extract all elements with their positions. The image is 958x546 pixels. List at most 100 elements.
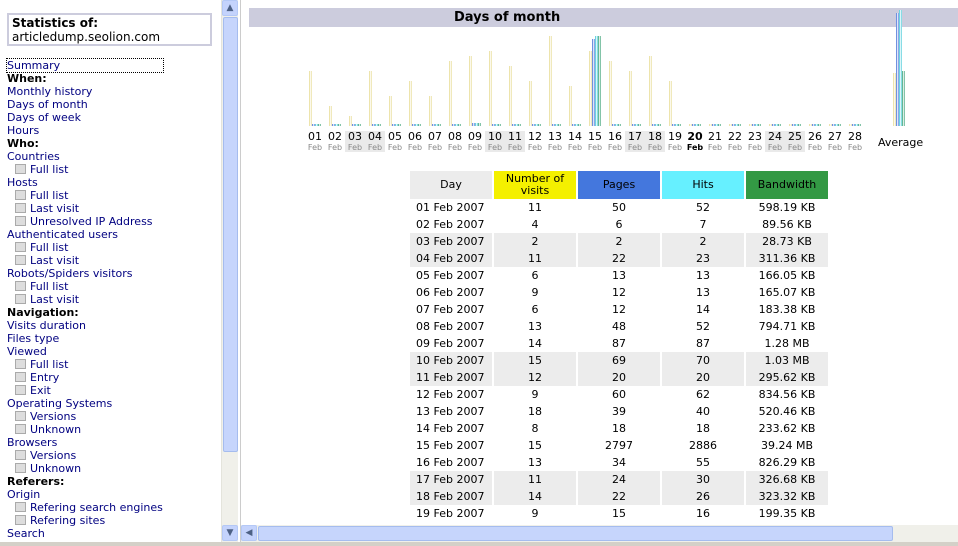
bandwidth-bar (678, 124, 681, 126)
horizontal-scrollbar[interactable]: ◀ (241, 525, 958, 542)
menu-link[interactable]: Last visit (7, 293, 163, 306)
month-label: Feb (847, 143, 863, 152)
day-label: 15 Feb (585, 131, 605, 153)
menu-link[interactable]: Visits duration (7, 319, 163, 332)
table-cell: 598.19 KB (758, 201, 816, 214)
scroll-up-button[interactable]: ▲ (222, 0, 238, 16)
menu-link[interactable]: Refering sites (7, 514, 163, 527)
month-label: Feb (767, 143, 783, 152)
table-cell: 10 Feb 2007 (410, 352, 492, 369)
menu-link[interactable]: Unknown (7, 462, 163, 475)
menu-link[interactable]: Hosts (7, 176, 163, 189)
menu-link[interactable]: Viewed (7, 345, 163, 358)
menu-link[interactable]: Full list (7, 241, 163, 254)
menu-link[interactable]: Versions (7, 449, 163, 462)
table-cell: 13 (612, 269, 626, 282)
table-row: 01 Feb 2007 11 50 52 598.19 KB (410, 199, 828, 216)
table-header-row: Day Number of visits Pages Hits Bandwidth (410, 171, 828, 199)
day-label: 14 Feb (565, 131, 585, 153)
day-number: 27 (828, 130, 842, 143)
visits-bar (329, 106, 332, 126)
day-number: 18 (648, 130, 662, 143)
day-number: 16 (608, 130, 622, 143)
menu-link[interactable]: Exit (7, 384, 163, 397)
table-cell: 18 Feb 2007 (410, 488, 492, 505)
menu-link[interactable]: Days of month (7, 98, 163, 111)
menu-link[interactable]: Unresolved IP Address (7, 215, 163, 228)
menu-link[interactable]: Refering search engines (7, 501, 163, 514)
scroll-down-button[interactable]: ▼ (222, 525, 238, 541)
menu-link[interactable]: Full list (7, 280, 163, 293)
menu-link[interactable]: Operating Systems (7, 397, 163, 410)
menu-link[interactable]: Hours (7, 124, 163, 137)
day-label: 22 Feb (725, 131, 745, 153)
menu-link[interactable]: Days of week (7, 111, 163, 124)
menu-link[interactable]: Full list (7, 189, 163, 202)
menu-link[interactable]: Countries (7, 150, 163, 163)
month-label: Feb (667, 143, 683, 152)
menu-link[interactable]: Entry (7, 371, 163, 384)
day-label: 18 Feb (645, 131, 665, 152)
menu-link[interactable]: Files type (7, 332, 163, 345)
month-label: Feb (347, 143, 363, 152)
day-number: 25 (788, 130, 802, 143)
day-label: 02 Feb (325, 131, 345, 153)
table-cell: 24 (578, 471, 660, 488)
table-cell: 52 (696, 320, 710, 333)
menu-link[interactable]: Robots/Spiders visitors (7, 267, 163, 280)
menu-link[interactable]: Browsers (7, 436, 163, 449)
table-cell: 834.56 KB (758, 388, 816, 401)
table-cell: 01 Feb 2007 (416, 201, 485, 214)
table-cell: 87 (612, 337, 626, 350)
menu-link[interactable]: Monthly history (7, 85, 163, 98)
menu-link[interactable]: Full list (7, 358, 163, 371)
scroll-thumb[interactable] (223, 17, 238, 452)
menu-link[interactable]: Origin (7, 488, 163, 501)
day-label: 11 Feb (505, 131, 525, 152)
menu-vertical-scrollbar[interactable]: ▲ ▼ (221, 0, 238, 546)
table-cell: 2797 (605, 439, 633, 452)
month-label: Feb (427, 143, 443, 152)
average-bandwidth-bar (902, 71, 905, 126)
table-cell: 2 (494, 233, 576, 250)
bandwidth-bar (318, 124, 321, 126)
menu-heading: When: (7, 72, 47, 85)
table-cell: 09 Feb 2007 (416, 337, 485, 350)
menu-link[interactable]: Versions (7, 410, 163, 423)
month-label: Feb (467, 143, 483, 152)
table-cell: 11 (494, 471, 576, 488)
menu-link[interactable]: Last visit (7, 202, 163, 215)
menu-link[interactable]: Summary (6, 58, 164, 73)
visits-bar (489, 51, 492, 126)
table-row: 04 Feb 2007 11 22 23 311.36 KB (410, 250, 828, 267)
menu-link[interactable]: Unknown (7, 423, 163, 436)
table-cell: 05 Feb 2007 (416, 269, 485, 282)
table-row: 11 Feb 2007 12 20 20 295.62 KB (410, 369, 828, 386)
day-number: 19 (668, 130, 682, 143)
menu-link[interactable]: Search (7, 527, 163, 540)
horizontal-scroll-thumb[interactable] (258, 526, 893, 541)
table-cell: 13 (528, 456, 542, 469)
menu-link[interactable]: Last visit (7, 254, 163, 267)
table-cell: 12 Feb 2007 (416, 388, 485, 401)
day-label: 17 Feb (625, 131, 645, 152)
visits-bar (629, 71, 632, 126)
table-cell: 13 Feb 2007 (416, 405, 485, 418)
menu-link[interactable]: Authenticated users (7, 228, 163, 241)
menu-link[interactable]: Full list (7, 163, 163, 176)
table-cell: 13 (528, 320, 542, 333)
table-cell: 16 Feb 2007 (416, 456, 485, 469)
stats-header-box: Statistics of: articledump.seolion.com (7, 13, 212, 46)
table-cell: 323.32 KB (746, 488, 828, 505)
main-frame: Days of month Average 01 Feb 02 Feb 03 Feb 04 F… (240, 0, 958, 546)
scroll-left-button[interactable]: ◀ (241, 525, 257, 541)
month-label: Feb (487, 143, 503, 152)
table-cell: 89.56 KB (762, 218, 812, 231)
visits-bar (309, 71, 312, 126)
day-number: 26 (808, 130, 822, 143)
day-number: 05 (388, 130, 402, 143)
day-number: 08 (448, 130, 462, 143)
table-cell: 17 Feb 2007 (410, 471, 492, 488)
menu-heading: Referers: (7, 475, 65, 488)
month-label: Feb (387, 143, 403, 152)
